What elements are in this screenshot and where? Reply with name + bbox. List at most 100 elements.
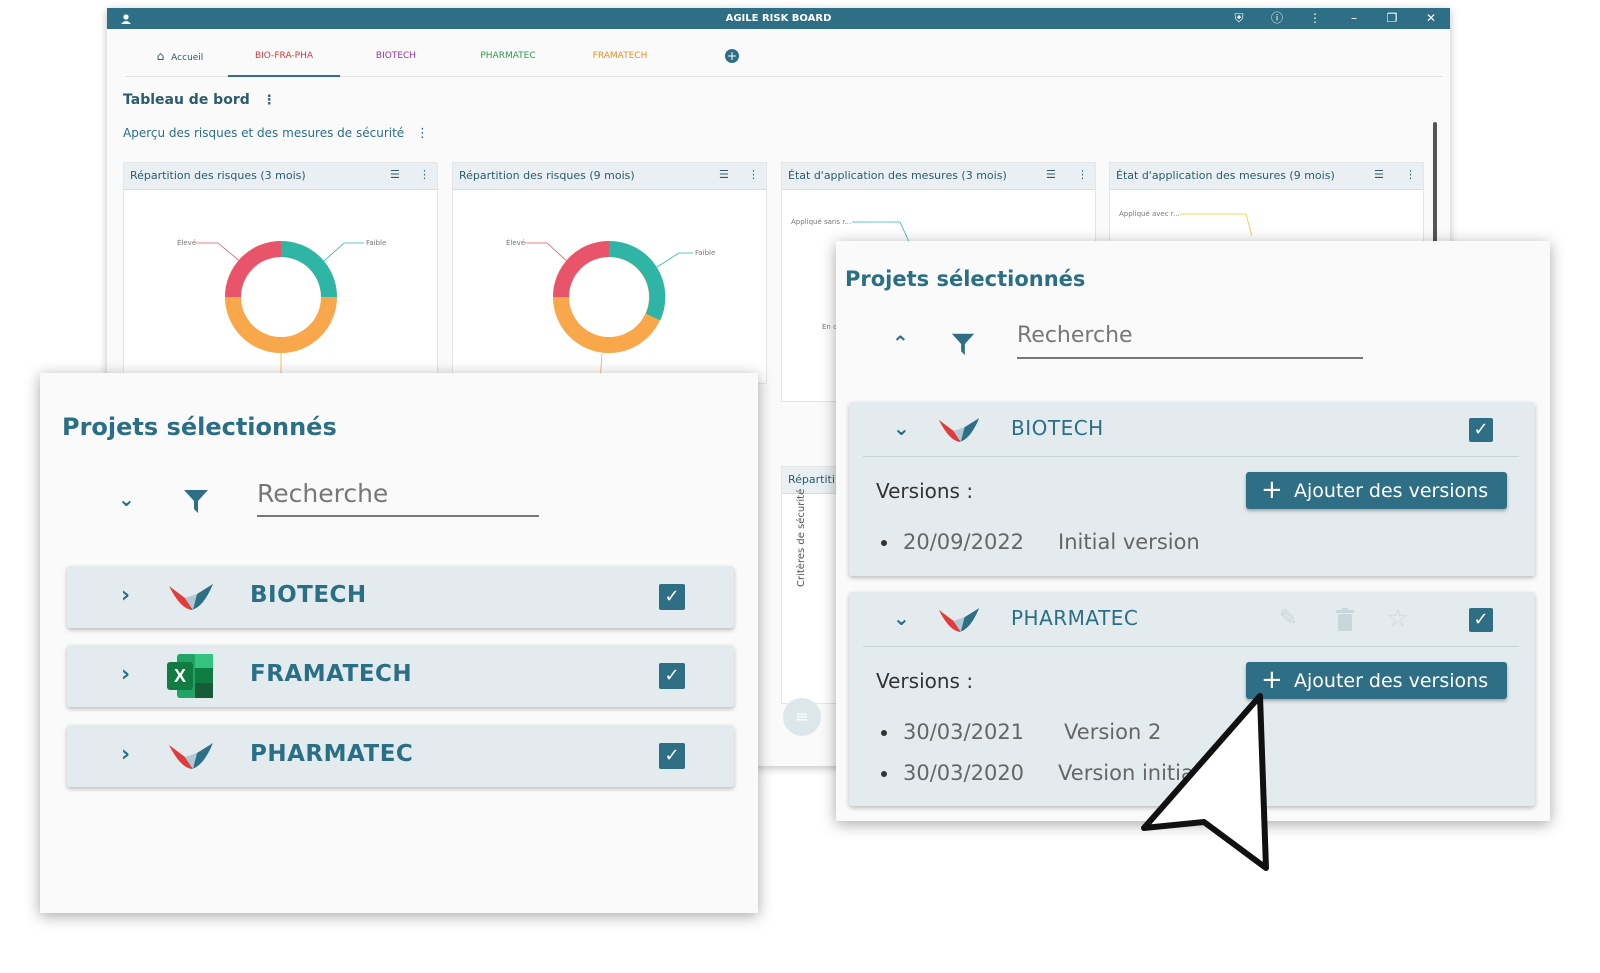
project-row-framatech[interactable]: › X FRAMATECH ✓ [67,645,734,707]
add-tab-icon[interactable]: + [725,49,739,63]
version-date: 30/03/2021 [903,720,1025,744]
info-icon[interactable]: ⓘ [1266,8,1288,29]
home-icon: ⌂ [156,49,165,63]
tab-accueil[interactable]: ⌂ Accueil [125,44,235,75]
version-item[interactable]: 20/09/2022 Initial version [881,530,1200,554]
dashboard-menu-icon[interactable]: ⋮ [263,93,276,108]
card-title: Répartiti [788,473,835,486]
label-faible: Faible [366,239,387,247]
chevron-right-icon[interactable]: › [121,662,130,687]
search-input[interactable]: Recherche [1017,321,1363,359]
project-checkbox[interactable]: ✓ [1469,418,1493,442]
tab-label: BIOTECH [375,51,417,61]
star-icon[interactable]: ☆ [1387,604,1409,632]
project-name: BIOTECH [250,582,367,608]
add-versions-button[interactable]: + Ajouter des versions [1246,472,1507,509]
bullet [881,730,887,736]
project-checkbox[interactable]: ✓ [659,663,685,689]
list-icon[interactable]: ☰ [719,168,729,181]
card-menu-icon[interactable]: ⋮ [1405,168,1416,181]
dashboard-subtitle-text: Aperçu des risques et des mesures de séc… [123,126,405,140]
tab-bio-fra-pha[interactable]: BIO-FRA-PHA [228,44,340,77]
dashboard-title-text: Tableau de bord [123,92,250,108]
label-applique-avec: Appliqué avec r... [1119,210,1180,218]
chart-card-risks-9m: Répartition des risques (9 mois) ☰ ⋮ Éle… [452,162,767,384]
label-applique-sans: Appliqué sans r... [791,218,852,226]
version-item[interactable]: 30/03/2021 Version 2 [881,720,1161,744]
add-versions-button[interactable]: + Ajouter des versions [1246,662,1507,699]
dashboard-title: Tableau de bord ⋮ [123,92,276,108]
bullet [881,771,887,777]
chart-card-risks-3m: Répartition des risques (3 mois) ☰ ⋮ Éle… [123,162,438,384]
risk-donut-chart [196,241,364,383]
tune-icon: ≡ [795,707,809,726]
tab-biotech[interactable]: BIOTECH [340,44,452,75]
filter-settings-fab[interactable]: ≡ [783,698,821,736]
chevron-down-icon[interactable]: ⌄ [893,416,910,440]
edit-icon[interactable]: ✎ [1279,606,1297,631]
search-input[interactable]: Recherche [257,477,539,517]
filter-icon[interactable] [950,331,976,361]
version-name: Initial version [1058,530,1200,554]
list-icon[interactable]: ☰ [1374,168,1384,181]
project-row-biotech[interactable]: › BIOTECH ✓ [67,566,734,628]
card-header: Répartition des risques (9 mois) ☰ ⋮ [453,163,766,190]
chevron-down-icon[interactable]: ⌄ [118,487,135,511]
close-icon[interactable]: ✕ [1420,8,1442,29]
restore-icon[interactable]: ❐ [1381,8,1403,29]
list-icon[interactable]: ☰ [1046,168,1056,181]
label-faible: Faible [695,249,716,257]
card-title: État d'application des mesures (3 mois) [788,169,1007,182]
project-card-biotech: ⌄ BIOTECH ✓ Versions : + Ajouter des ver… [849,402,1535,576]
bird-logo-icon [167,580,215,618]
card-menu-icon[interactable]: ⋮ [419,168,430,181]
title-bar: AGILE RISK BOARD ⛨ ⓘ ⋮ – ❐ ✕ [107,8,1450,29]
label-eleve: Élevé [506,239,526,247]
project-checkbox[interactable]: ✓ [1469,608,1493,632]
tab-framatech[interactable]: FRAMATECH [564,44,676,75]
tab-pharmatec[interactable]: PHARMATEC [452,44,564,75]
versions-label: Versions : [876,479,974,503]
chevron-up-icon[interactable]: ⌃ [892,331,909,355]
chevron-down-icon[interactable]: ⌄ [893,606,910,630]
button-label: Ajouter des versions [1294,480,1489,502]
bird-logo-icon [937,604,981,640]
mouse-pointer-icon [1141,693,1269,871]
versions-label: Versions : [876,669,974,693]
panel-title: Projets sélectionnés [845,267,1086,291]
card-header: État d'application des mesures (9 mois) … [1110,163,1423,190]
plus-icon: + [1261,475,1283,505]
card-title: Répartition des risques (3 mois) [130,169,306,182]
divider [863,456,1519,457]
project-row-pharmatec[interactable]: › PHARMATEC ✓ [67,725,734,787]
more-icon[interactable]: ⋮ [1304,8,1326,29]
risk-donut-chart [525,240,693,383]
delete-icon[interactable] [1335,608,1355,636]
search-placeholder: Recherche [1017,323,1133,348]
tab-label: PHARMATEC [480,51,536,61]
chevron-right-icon[interactable]: › [121,742,130,767]
project-name: PHARMATEC [1011,606,1139,630]
minimize-icon[interactable]: – [1343,8,1365,29]
section-menu-icon[interactable]: ⋮ [416,126,429,141]
list-icon[interactable]: ☰ [390,168,400,181]
panel-title: Projets sélectionnés [62,413,337,441]
project-name: FRAMATECH [250,661,413,687]
project-name: PHARMATEC [250,741,414,767]
security-settings-icon[interactable]: ⛨ [1228,8,1250,29]
version-date: 20/09/2022 [903,530,1025,554]
leader-line [1180,213,1253,237]
label-eleve: Élevé [177,239,197,247]
card-menu-icon[interactable]: ⋮ [748,168,759,181]
card-menu-icon[interactable]: ⋮ [1077,168,1088,181]
project-checkbox[interactable]: ✓ [659,584,685,610]
project-checkbox[interactable]: ✓ [659,743,685,769]
filter-icon[interactable] [182,487,210,519]
y-axis-label: Critères de sécurité [796,488,807,587]
card-title: État d'application des mesures (9 mois) [1116,169,1335,182]
svg-text:X: X [174,666,186,686]
excel-icon: X [165,652,215,704]
card-title: Répartition des risques (9 mois) [459,169,635,182]
label-en-cours: En c [822,323,837,331]
chevron-right-icon[interactable]: › [121,583,130,608]
